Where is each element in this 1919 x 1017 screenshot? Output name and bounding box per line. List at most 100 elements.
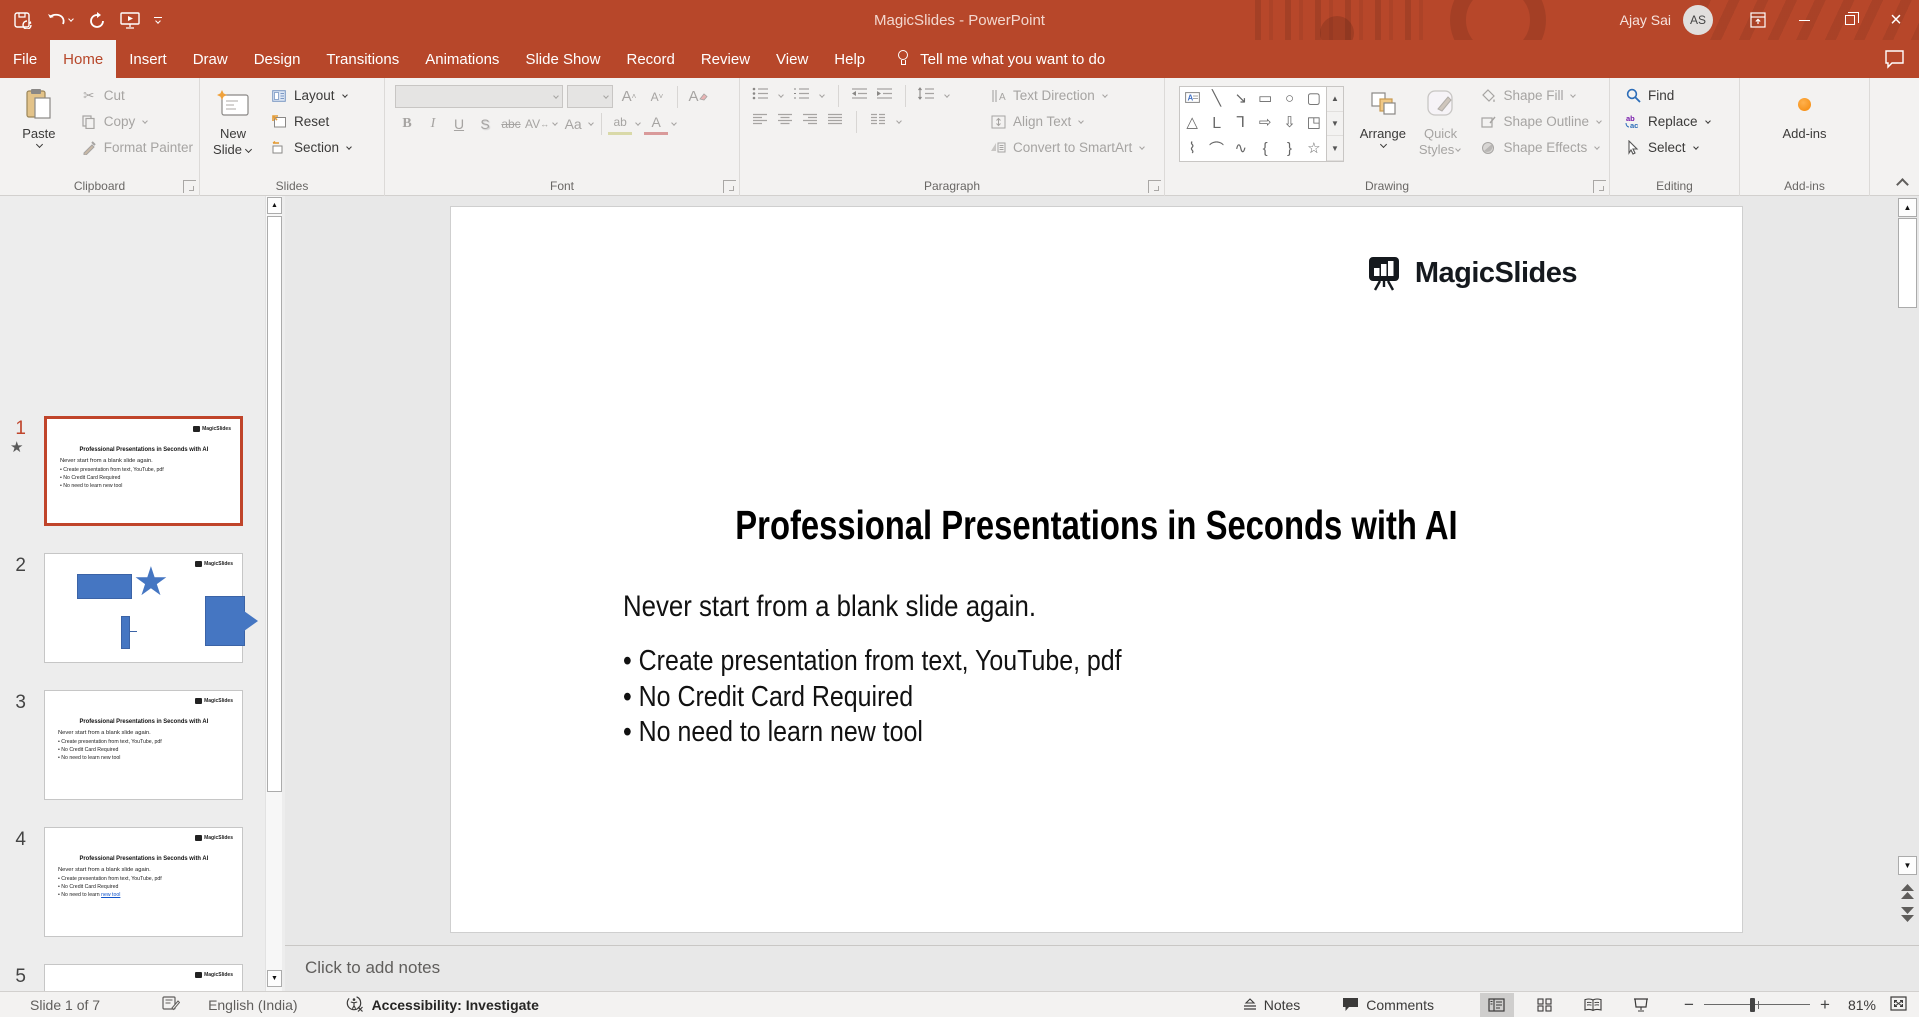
avatar[interactable]: AS	[1683, 5, 1713, 35]
shape-outline-button[interactable]: Shape Outline	[1473, 109, 1609, 134]
convert-smartart-button[interactable]: Convert to SmartArt	[983, 135, 1152, 160]
animation-star-icon[interactable]: ★	[10, 438, 23, 456]
language-indicator[interactable]: English (India)	[208, 997, 298, 1013]
format-painter-button[interactable]: Format Painter	[74, 135, 199, 160]
current-slide[interactable]: MagicSlides Professional Presentations i…	[450, 206, 1743, 933]
shape-fill-button[interactable]: Shape Fill	[1473, 83, 1609, 108]
close-button[interactable]: ×	[1873, 0, 1919, 40]
undo-icon[interactable]	[47, 13, 75, 28]
align-center-button[interactable]	[777, 113, 793, 131]
thumbnail-scrollbar-thumb[interactable]	[267, 216, 282, 792]
normal-view-button[interactable]	[1479, 992, 1514, 1017]
copy-button[interactable]: Copy	[74, 109, 199, 134]
shape-elbow-arrow-icon[interactable]: Ꞁ	[1237, 113, 1245, 131]
tab-draw[interactable]: Draw	[180, 40, 241, 78]
zoom-level[interactable]: 81%	[1848, 997, 1876, 1013]
clear-formatting-button[interactable]: A	[686, 85, 710, 108]
select-button[interactable]: Select	[1618, 135, 1718, 160]
slide-thumbnail-5[interactable]: MagicSlides	[44, 964, 243, 991]
italic-button[interactable]: I	[421, 112, 445, 135]
arrange-button[interactable]: Arrange	[1354, 83, 1412, 175]
scroll-up-icon[interactable]: ▲	[1898, 198, 1917, 217]
decrease-indent-button[interactable]	[851, 87, 868, 105]
font-name-combobox[interactable]	[395, 85, 563, 108]
bold-button[interactable]: B	[395, 112, 419, 135]
thumb-scroll-up-icon[interactable]: ▲	[267, 197, 282, 214]
accessibility-icon[interactable]	[346, 995, 364, 1015]
shape-star-icon[interactable]: ☆	[1307, 139, 1320, 157]
font-size-combobox[interactable]	[567, 85, 613, 108]
zoom-slider-thumb[interactable]	[1749, 997, 1755, 1012]
new-slide-button[interactable]: New Slide	[204, 83, 262, 175]
underline-button[interactable]: U	[447, 112, 471, 135]
shape-scribble-icon[interactable]: ⌇	[1189, 139, 1196, 157]
addins-button[interactable]: Add-ins	[1776, 83, 1834, 175]
layout-button[interactable]: Layout	[264, 83, 359, 108]
previous-slide-button[interactable]	[1901, 884, 1914, 902]
shapes-scroll-up-icon[interactable]: ▲	[1327, 87, 1343, 112]
slide-sorter-view-button[interactable]	[1528, 993, 1562, 1017]
zoom-slider[interactable]	[1703, 993, 1810, 1017]
clipboard-dialog-launcher[interactable]	[183, 180, 196, 193]
slide-bullet-list[interactable]: • Create presentation from text, YouTube…	[623, 644, 1203, 751]
slideshow-view-button[interactable]	[1624, 993, 1658, 1017]
shape-textbox-icon[interactable]: A	[1184, 90, 1200, 107]
text-direction-button[interactable]: A Text Direction	[983, 83, 1152, 108]
shape-triangle-icon[interactable]: △	[1186, 113, 1198, 131]
align-right-button[interactable]	[802, 113, 818, 131]
slide-thumbnail-1[interactable]: MagicSlides Professional Presentations i…	[44, 416, 243, 526]
find-button[interactable]: Find	[1618, 83, 1718, 108]
tab-view[interactable]: View	[763, 40, 821, 78]
shapes-scroll-down-icon[interactable]: ▼	[1327, 112, 1343, 137]
paragraph-dialog-launcher[interactable]	[1148, 180, 1161, 193]
columns-button[interactable]	[870, 113, 886, 131]
shape-right-brace-icon[interactable]: }	[1287, 140, 1292, 157]
spellcheck-icon[interactable]	[162, 995, 181, 1014]
collapse-ribbon-icon[interactable]	[1896, 178, 1909, 191]
shape-left-brace-icon[interactable]: {	[1263, 140, 1268, 157]
change-case-button[interactable]: Aa	[561, 112, 585, 135]
increase-indent-button[interactable]	[876, 87, 893, 105]
cut-button[interactable]: ✂ Cut	[74, 83, 199, 108]
main-vertical-scrollbar[interactable]: ▲ ▼	[1896, 196, 1919, 945]
tab-file[interactable]: File	[0, 40, 50, 78]
tab-help[interactable]: Help	[821, 40, 878, 78]
tab-record[interactable]: Record	[613, 40, 687, 78]
tab-insert[interactable]: Insert	[116, 40, 180, 78]
drawing-dialog-launcher[interactable]	[1593, 180, 1606, 193]
shape-curve-icon[interactable]: ∿	[1235, 139, 1248, 157]
notes-placeholder[interactable]: Click to add notes	[305, 958, 440, 978]
replace-button[interactable]: ab ac Replace	[1618, 109, 1718, 134]
align-left-button[interactable]	[752, 113, 768, 131]
shape-elbow-icon[interactable]: Ｌ	[1209, 112, 1224, 133]
paste-button[interactable]: Paste	[10, 83, 68, 175]
slide-thumbnail-4[interactable]: MagicSlides Professional Presentations i…	[44, 827, 243, 937]
reset-button[interactable]: Reset	[264, 109, 359, 134]
restore-button[interactable]	[1827, 0, 1873, 40]
justify-button[interactable]	[827, 113, 843, 131]
quick-styles-button[interactable]: Quick Styles	[1412, 83, 1470, 175]
grow-font-button[interactable]: A ˄	[617, 85, 641, 108]
slide-thumbnail-3[interactable]: MagicSlides Professional Presentations i…	[44, 690, 243, 800]
shapes-gallery-scroll[interactable]: ▲ ▼ ▼	[1327, 86, 1344, 162]
slide-indicator[interactable]: Slide 1 of 7	[30, 997, 100, 1013]
shape-arrow-icon[interactable]: ↘	[1235, 89, 1248, 107]
accessibility-status[interactable]: Accessibility: Investigate	[372, 997, 539, 1013]
user-name[interactable]: Ajay Sai	[1620, 12, 1671, 28]
tab-design[interactable]: Design	[241, 40, 314, 78]
align-text-button[interactable]: Align Text	[983, 109, 1152, 134]
slide-subtitle[interactable]: Never start from a blank slide again.	[623, 590, 1103, 624]
shapes-gallery[interactable]: A ╲ ↘ ▭ ○ ▢ △ Ｌ Ꞁ ⇨ ⇩ ◳ ⌇ ⌒ ∿ { } ☆	[1179, 86, 1327, 162]
zoom-out-button[interactable]: −	[1682, 995, 1696, 1015]
text-shadow-button[interactable]: S	[473, 112, 497, 135]
fit-slide-to-window-button[interactable]	[1890, 995, 1907, 1014]
main-scrollbar-thumb[interactable]	[1898, 218, 1917, 308]
shape-arc-icon[interactable]: ⌒	[1209, 138, 1224, 159]
shape-rectangle-icon[interactable]: ▭	[1258, 89, 1272, 107]
customize-qat-icon[interactable]	[154, 17, 162, 24]
font-color-button[interactable]: A	[644, 112, 669, 135]
thumb-scroll-down-icon[interactable]: ▼	[267, 970, 282, 987]
shape-down-arrow-icon[interactable]: ⇩	[1283, 113, 1296, 131]
tab-animations[interactable]: Animations	[412, 40, 512, 78]
reading-view-button[interactable]	[1576, 993, 1610, 1017]
